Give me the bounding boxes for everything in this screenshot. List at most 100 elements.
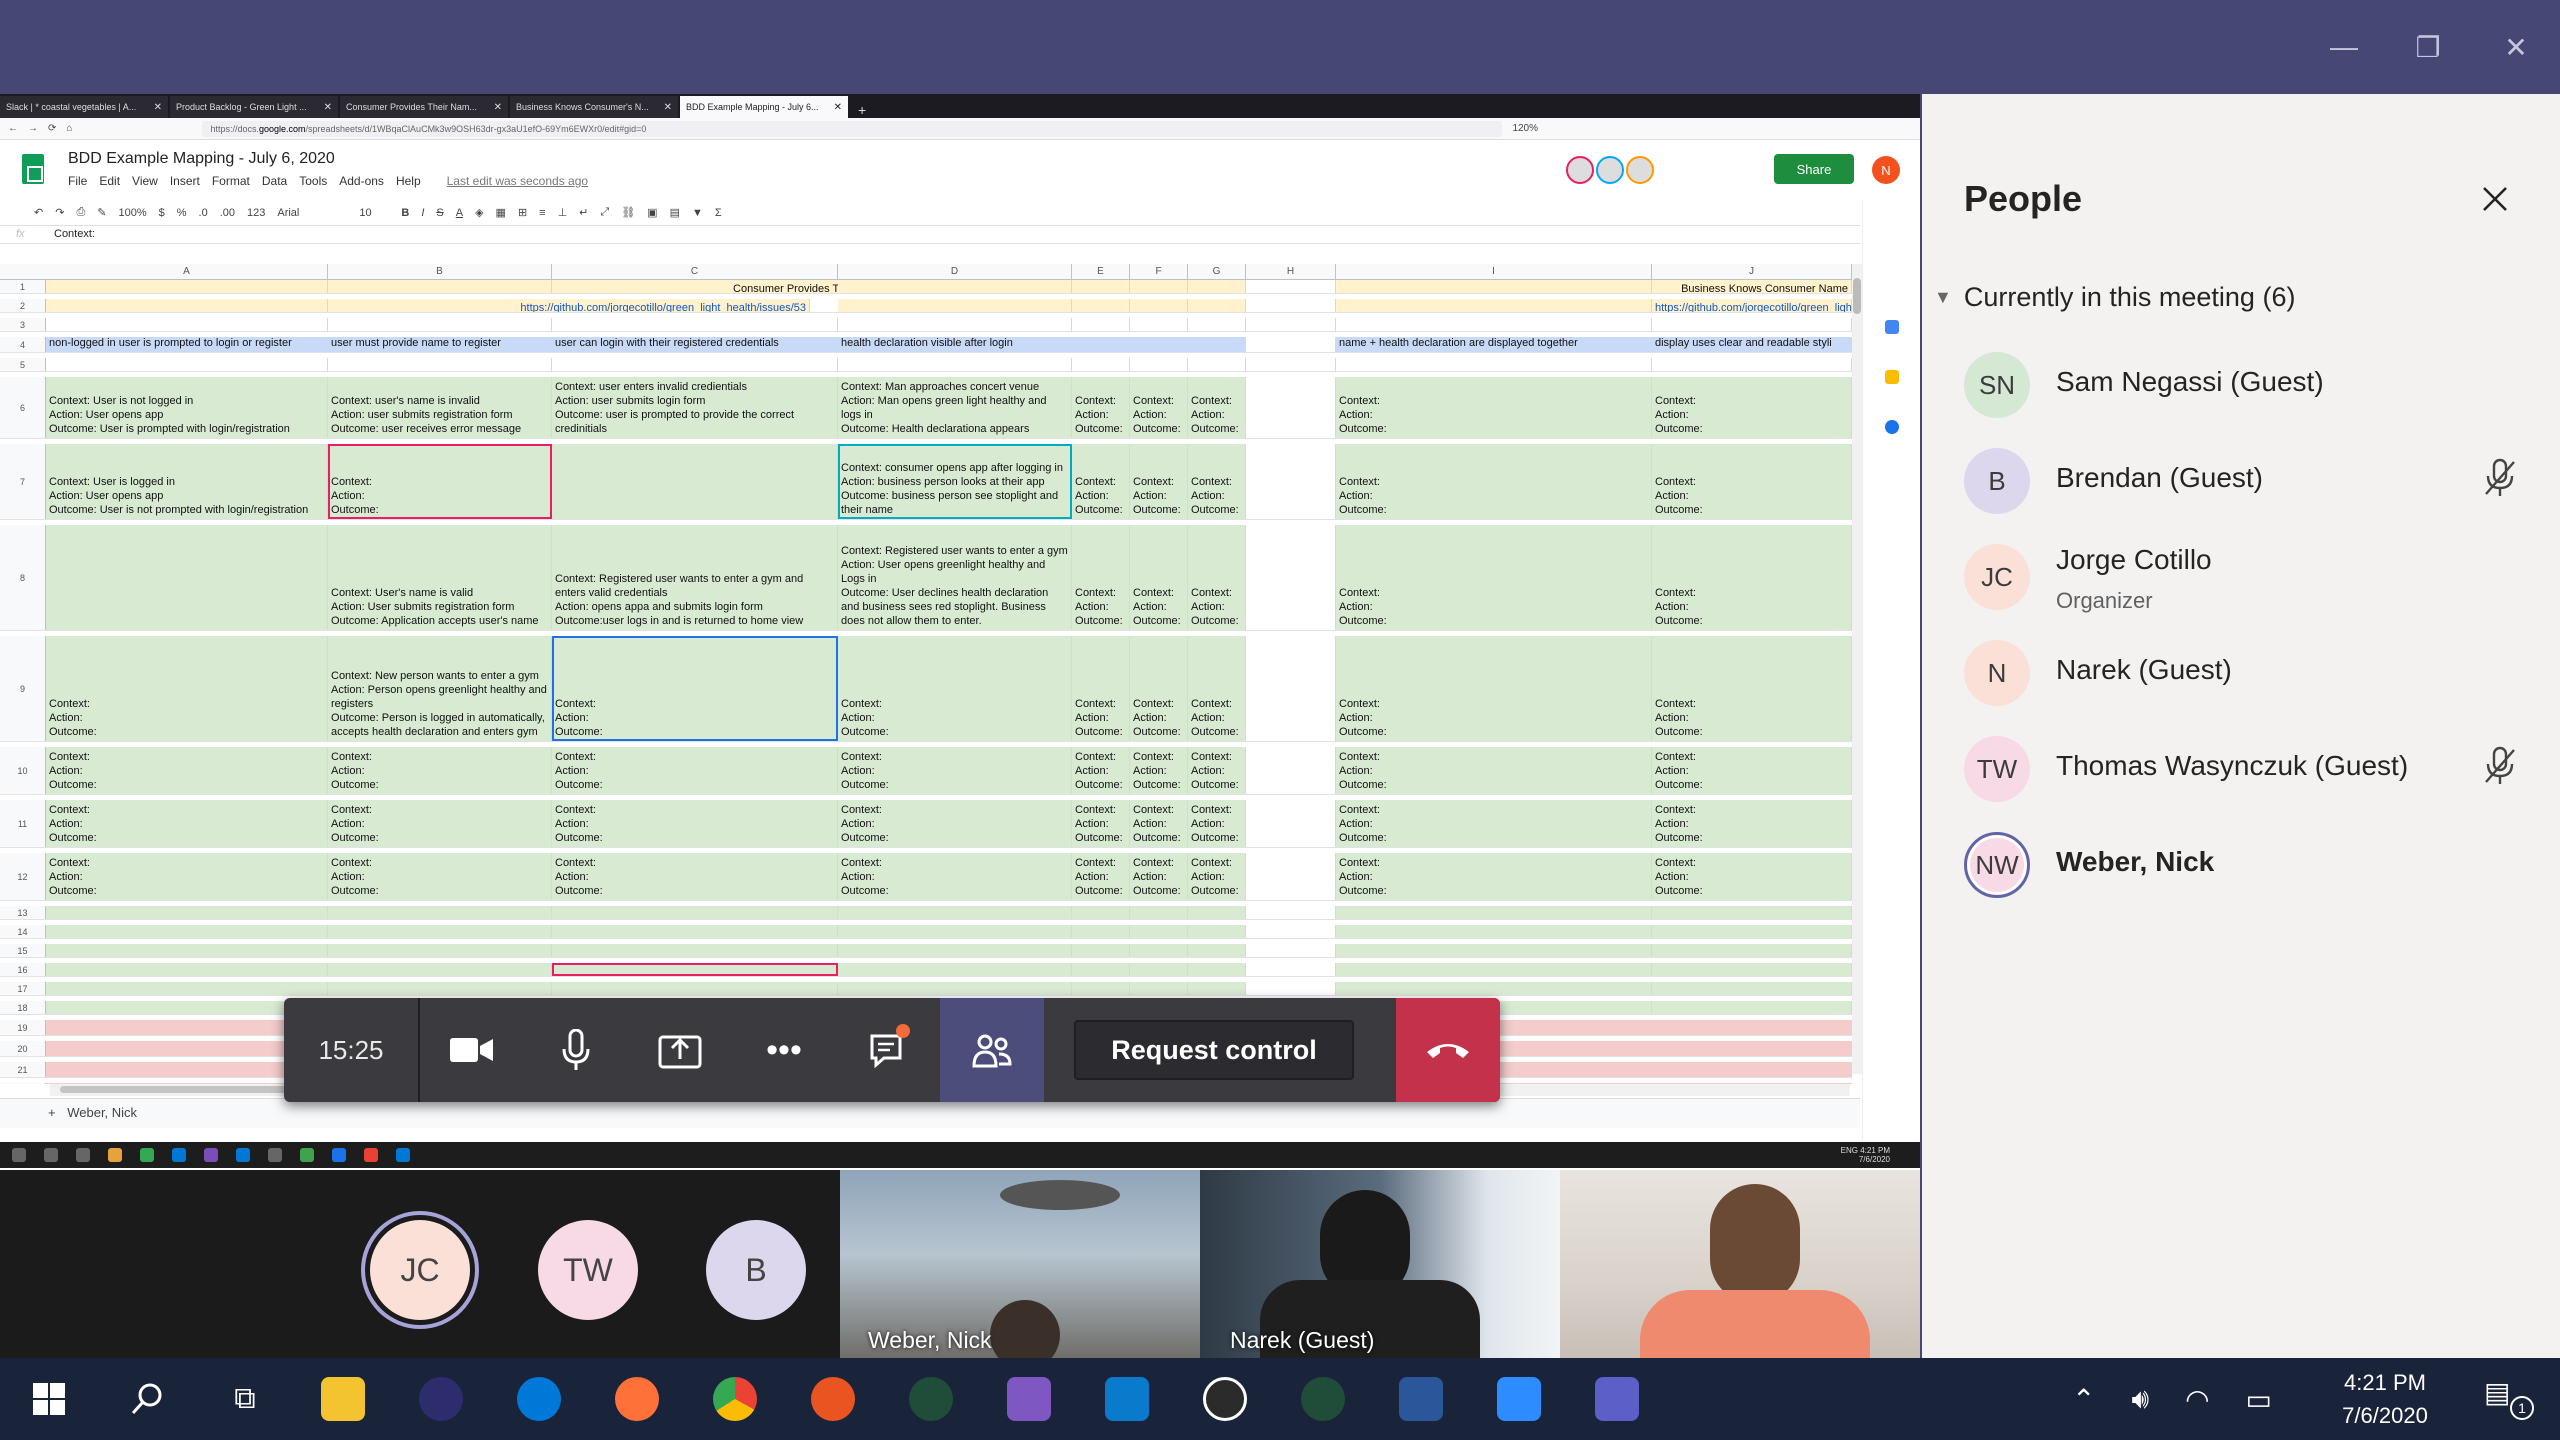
close-icon[interactable]: ✕ bbox=[834, 102, 842, 113]
participants-button[interactable] bbox=[940, 998, 1044, 1102]
grid-cell[interactable]: Context: Action: Outcome: bbox=[1188, 800, 1246, 847]
print-icon[interactable]: ⎙ bbox=[76, 206, 85, 219]
grid-cell[interactable] bbox=[1188, 299, 1246, 312]
grid-cell[interactable] bbox=[1336, 982, 1652, 995]
grid-cell[interactable] bbox=[1246, 853, 1336, 900]
grid-cell[interactable] bbox=[1072, 358, 1130, 371]
grid-cell[interactable] bbox=[552, 444, 838, 519]
row-header[interactable]: 22 bbox=[0, 1083, 46, 1084]
grid-cell[interactable] bbox=[552, 982, 838, 995]
row-header[interactable]: 5 bbox=[0, 358, 46, 371]
row-header[interactable]: 3 bbox=[0, 318, 46, 331]
grid-cell[interactable]: Context: Action: Outcome: bbox=[46, 636, 328, 741]
menu-view[interactable]: View bbox=[132, 174, 158, 188]
row-header[interactable]: 9 bbox=[0, 636, 46, 741]
grid-cell[interactable]: Context: Action: Outcome: bbox=[1336, 444, 1652, 519]
grid-cell[interactable] bbox=[552, 906, 838, 919]
reload-icon[interactable]: ⟳ bbox=[48, 123, 56, 134]
grid-cell[interactable]: Context: Registered user wants to enter … bbox=[838, 525, 1072, 630]
column-header[interactable]: D bbox=[838, 264, 1072, 280]
participant-row[interactable]: TW Thomas Wasynczuk (Guest) bbox=[1964, 724, 2544, 814]
menu-format[interactable]: Format bbox=[212, 174, 250, 188]
grid-cell[interactable] bbox=[1336, 963, 1652, 976]
formula-bar[interactable]: fx Context: bbox=[0, 226, 1860, 244]
avatar[interactable]: B bbox=[706, 1220, 806, 1320]
grid-cell[interactable]: Context: Action: Outcome: bbox=[1130, 377, 1188, 438]
grid-cell[interactable] bbox=[1246, 280, 1336, 293]
grid-cell[interactable]: display uses clear and readable styli bbox=[1652, 337, 1852, 352]
grid-cell[interactable] bbox=[1246, 800, 1336, 847]
grid-cell[interactable] bbox=[552, 318, 838, 331]
browser-tab[interactable]: Product Backlog - Green Light ... ✕ bbox=[170, 96, 338, 118]
grid-cell[interactable] bbox=[1652, 963, 1852, 976]
video-tile[interactable]: Narek (Guest) bbox=[1200, 1170, 1560, 1358]
grid-cell[interactable] bbox=[1188, 318, 1246, 331]
grid-cell[interactable]: Context: Action: Outcome: bbox=[46, 747, 328, 794]
taskbar-app[interactable] bbox=[882, 1358, 980, 1440]
video-tile[interactable] bbox=[1560, 1170, 1920, 1358]
grid-cell[interactable]: Context: Action: Outcome: bbox=[1652, 525, 1852, 630]
grid-cell[interactable] bbox=[1652, 1001, 1852, 1014]
notification-center-button[interactable]: ▤ 1 bbox=[2484, 1376, 2534, 1422]
grid-cell[interactable] bbox=[838, 318, 1072, 331]
row-header[interactable]: 17 bbox=[0, 982, 46, 995]
grid-cell[interactable] bbox=[1652, 358, 1852, 371]
more-actions-button[interactable]: ••• bbox=[732, 998, 836, 1102]
grid-cell[interactable]: Context: user's name is invalid Action: … bbox=[328, 377, 552, 438]
grid-cell[interactable]: Context: Action: Outcome: bbox=[552, 800, 838, 847]
grid-cell[interactable]: Context: Action: Outcome: bbox=[1652, 377, 1852, 438]
row-header[interactable]: 10 bbox=[0, 747, 46, 794]
grid-cell[interactable] bbox=[1130, 925, 1188, 938]
row-header[interactable]: 15 bbox=[0, 944, 46, 957]
sheet-tab[interactable]: Weber, Nick bbox=[67, 1105, 137, 1120]
column-header[interactable]: C bbox=[552, 264, 838, 280]
grid-cell[interactable]: Context: Action: Outcome: bbox=[1072, 377, 1130, 438]
grid-cell[interactable]: Context: Action: Outcome: bbox=[328, 747, 552, 794]
grid-cell[interactable]: Context: Action: Outcome: bbox=[1188, 853, 1246, 900]
row-header[interactable]: 20 bbox=[0, 1041, 46, 1056]
grid-cell[interactable]: Context: Action: Outcome: bbox=[1130, 636, 1188, 741]
grid-cell[interactable] bbox=[1652, 1020, 1852, 1035]
taskbar-app[interactable] bbox=[1372, 1358, 1470, 1440]
grid-cell[interactable]: Context: Action: Outcome: bbox=[46, 800, 328, 847]
row-header[interactable]: 7 bbox=[0, 444, 46, 519]
avatar[interactable] bbox=[1566, 156, 1594, 184]
account-avatar[interactable]: N bbox=[1872, 156, 1900, 184]
row-header[interactable]: 12 bbox=[0, 853, 46, 900]
more-formats-button[interactable]: 123 bbox=[247, 207, 265, 219]
grid-cell[interactable] bbox=[838, 944, 1072, 957]
grid-cell[interactable]: Context: Action: Outcome: bbox=[1652, 800, 1852, 847]
row-header[interactable]: 1 bbox=[0, 280, 46, 293]
grid-cell[interactable] bbox=[1130, 358, 1188, 371]
grid-cell[interactable] bbox=[1072, 982, 1130, 995]
redo-icon[interactable]: ↷ bbox=[55, 206, 64, 219]
row-header[interactable]: 2 bbox=[0, 299, 46, 312]
grid-cell[interactable]: Context: Action: Outcome: bbox=[328, 444, 552, 519]
grid-cell[interactable]: user must provide name to register bbox=[328, 337, 552, 352]
grid-cell[interactable] bbox=[1336, 318, 1652, 331]
grid-cell[interactable] bbox=[328, 982, 552, 995]
bold-icon[interactable]: B bbox=[401, 207, 409, 219]
home-icon[interactable]: ⌂ bbox=[66, 123, 72, 134]
grid-cell[interactable]: Context: Action: Outcome: bbox=[1188, 525, 1246, 630]
grid-cell[interactable] bbox=[1130, 982, 1188, 995]
grid-cell[interactable] bbox=[552, 944, 838, 957]
grid-cell[interactable]: Context: User's name is valid Action: Us… bbox=[328, 525, 552, 630]
grid-cell[interactable]: Context: Action: Outcome: bbox=[1130, 747, 1188, 794]
participant-row[interactable]: JC Jorge Cotillo Organizer bbox=[1964, 532, 2544, 622]
grid-cell[interactable] bbox=[46, 358, 328, 371]
task-view-button[interactable]: ⧉ bbox=[196, 1358, 294, 1440]
grid-cell[interactable] bbox=[46, 280, 328, 293]
browser-tab-active[interactable]: BDD Example Mapping - July 6... ✕ bbox=[680, 96, 848, 118]
grid-cell[interactable] bbox=[1246, 925, 1336, 938]
text-color-icon[interactable]: A bbox=[456, 207, 463, 219]
grid-cell[interactable] bbox=[1188, 944, 1246, 957]
grid-cell[interactable]: Context: Action: Outcome: bbox=[1652, 636, 1852, 741]
grid-cell[interactable]: Context: Action: Outcome: bbox=[1130, 800, 1188, 847]
grid-cell[interactable]: Context: user enters invalid crediential… bbox=[552, 377, 838, 438]
grid-cell[interactable]: Context: Action: Outcome: bbox=[1072, 636, 1130, 741]
taskbar-app[interactable] bbox=[1274, 1358, 1372, 1440]
participant-row[interactable]: NW Weber, Nick bbox=[1964, 820, 2544, 910]
grid-cell[interactable] bbox=[1652, 944, 1852, 957]
browser-tab[interactable]: Slack | * coastal vegetables | A... ✕ bbox=[0, 96, 168, 118]
